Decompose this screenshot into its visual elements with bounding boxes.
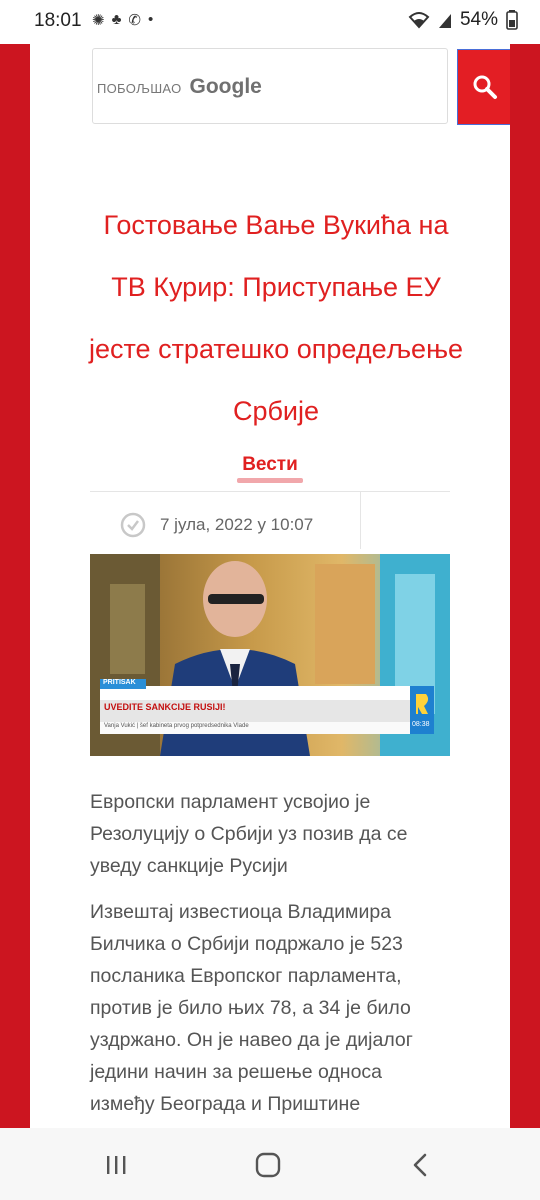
- battery-percent: 54%: [459, 9, 498, 30]
- settings-notification-icon: ✺: [92, 12, 105, 29]
- article-lead: Европски парламент усвојио је Резолуцију…: [90, 791, 408, 877]
- article-title: Гостовање Вање Вукића на ТВ Курир: Прист…: [88, 210, 464, 426]
- search-icon: [473, 75, 497, 99]
- publish-date-row: 7 јула, 2022 у 10:07: [120, 512, 313, 538]
- status-bar: 18:01 ✺ ♣ ✆ • 54%: [0, 0, 540, 44]
- more-notifications-icon: •: [148, 11, 154, 28]
- article-image[interactable]: PRITISAK UVEDITE SANKCIJE RUSIJI! Vanja …: [90, 554, 450, 756]
- meta-divider: [90, 491, 450, 492]
- image-overlay-time: 08:38: [412, 721, 430, 728]
- publish-date: 7 јула, 2022 у 10:07: [160, 515, 314, 534]
- recents-button[interactable]: [96, 1150, 136, 1180]
- left-red-margin: [0, 44, 30, 1128]
- status-right-group: 54%: [408, 9, 518, 31]
- home-button[interactable]: [248, 1150, 288, 1180]
- recents-icon: [107, 1156, 126, 1174]
- system-navigation-bar: [0, 1128, 540, 1200]
- google-brand: Google: [189, 75, 262, 98]
- app-notification-icon: ♣: [111, 11, 122, 28]
- back-icon: [413, 1153, 427, 1177]
- search-button[interactable]: [457, 49, 510, 125]
- wifi-icon: [408, 12, 430, 29]
- notification-icons: ✺ ♣ ✆ •: [92, 11, 153, 29]
- search-input[interactable]: ПОБОЉШАО Google: [97, 75, 262, 99]
- signal-icon: [438, 14, 451, 28]
- image-overlay-tag: PRITISAK: [103, 679, 136, 686]
- article-paragraph: Извештај известиоца Владимира Билчика о …: [90, 901, 413, 1115]
- image-overlay-caption: Vanja Vukić | šef kabineta prvog potpred…: [104, 723, 249, 729]
- battery-icon: [506, 10, 518, 30]
- category-link[interactable]: Вести: [30, 454, 510, 476]
- right-red-margin: [510, 44, 540, 1128]
- status-time: 18:01: [34, 10, 82, 31]
- home-icon: [255, 1152, 281, 1178]
- image-overlay-headline: UVEDITE SANKCIJE RUSIJI!: [104, 702, 226, 712]
- page-content: ПОБОЉШАО Google Гостовање Вање Вукића на…: [30, 44, 510, 1128]
- viber-notification-icon: ✆: [128, 12, 141, 29]
- meta-divider-vertical: [360, 491, 361, 549]
- category-underline: [237, 478, 303, 483]
- enhanced-by-label: ПОБОЉШАО: [97, 81, 182, 96]
- clock-icon: [120, 512, 146, 538]
- search-box[interactable]: ПОБОЉШАО Google: [92, 48, 510, 125]
- back-button[interactable]: [400, 1150, 440, 1180]
